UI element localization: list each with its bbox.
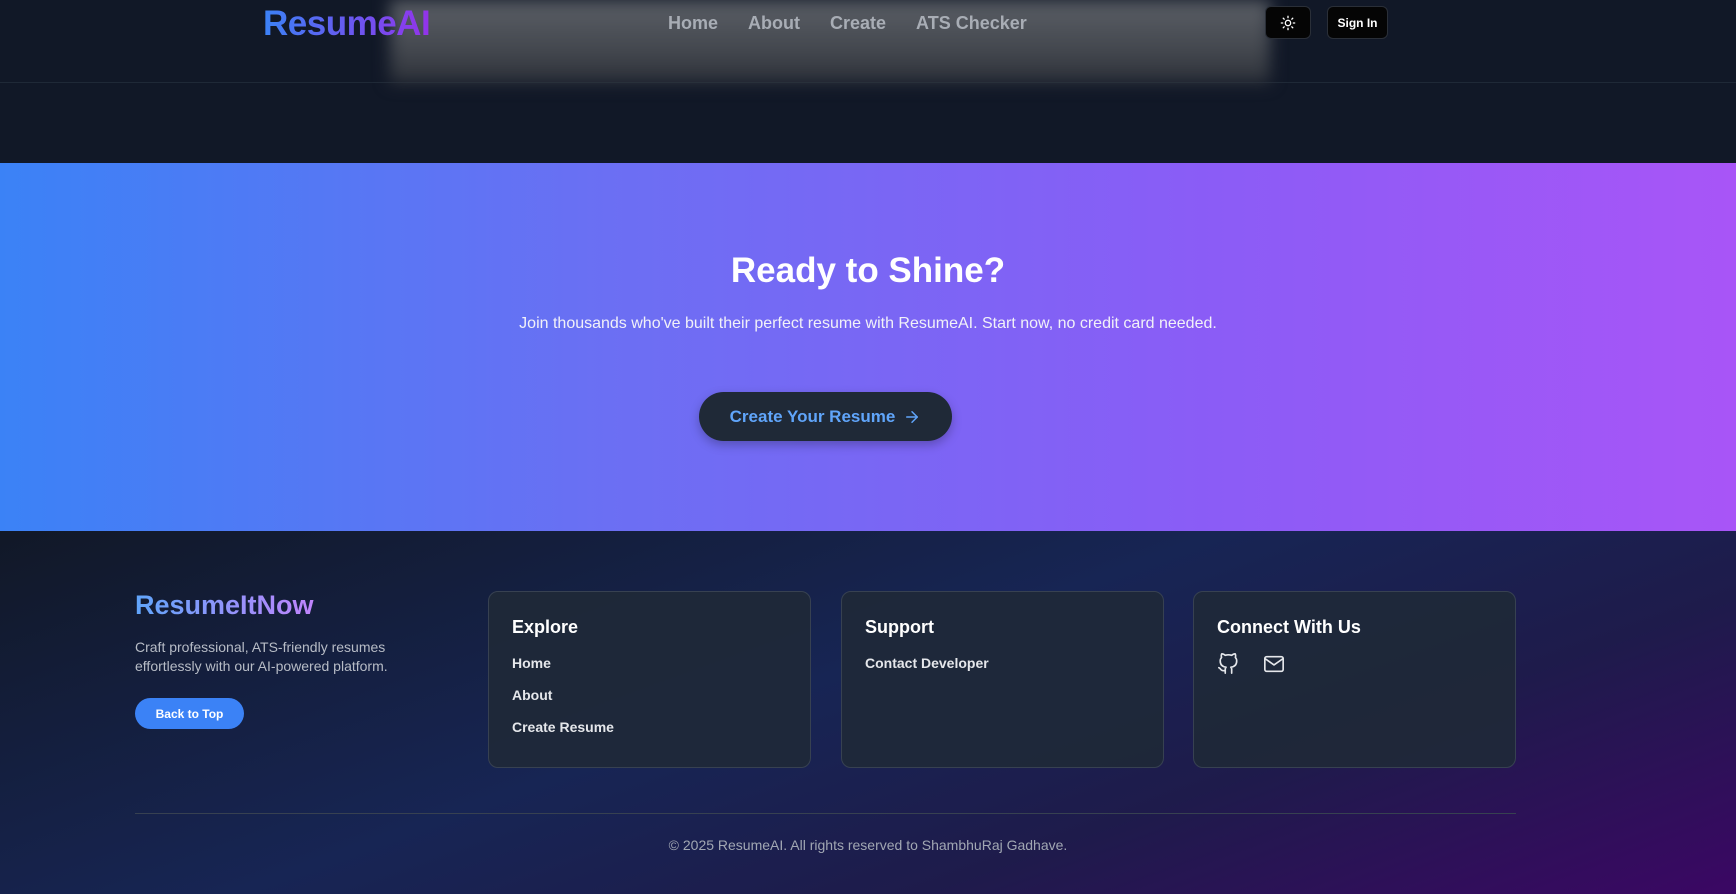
- nav-home[interactable]: Home: [668, 13, 718, 34]
- top-navbar: ResumeAI Home About Create ATS Checker S…: [0, 0, 1736, 83]
- footer-link-about[interactable]: About: [512, 687, 787, 703]
- explore-title: Explore: [512, 617, 579, 637]
- footer-link-home[interactable]: Home: [512, 655, 787, 671]
- create-resume-label: Create Your Resume: [729, 406, 896, 426]
- footer-divider: [135, 813, 1516, 814]
- github-icon[interactable]: [1217, 653, 1239, 675]
- footer-link-create-resume[interactable]: Create Resume: [512, 719, 787, 735]
- copyright-text: © 2025 ResumeAI. All rights reserved to …: [668, 837, 1068, 853]
- nav-about[interactable]: About: [748, 13, 800, 34]
- theme-toggle-button[interactable]: [1265, 6, 1311, 39]
- logo[interactable]: ResumeAI: [263, 4, 431, 44]
- support-title: Support: [865, 617, 934, 637]
- mail-icon[interactable]: [1263, 653, 1285, 675]
- create-resume-button[interactable]: Create Your Resume: [699, 392, 952, 441]
- nav-create[interactable]: Create: [830, 13, 886, 34]
- support-card: Support Contact Developer: [841, 591, 1164, 768]
- back-to-top-button[interactable]: Back to Top: [135, 698, 244, 729]
- footer-description: Craft professional, ATS-friendly resumes…: [135, 639, 388, 674]
- explore-card: Explore Home About Create Resume: [488, 591, 811, 768]
- cta-text: Join thousands who've built their perfec…: [519, 315, 1217, 332]
- social-icons: [1217, 653, 1492, 675]
- connect-card: Connect With Us: [1193, 591, 1516, 768]
- footer: ResumeItNow Craft professional, ATS-frie…: [0, 531, 1736, 894]
- main-nav: Home About Create ATS Checker: [668, 13, 1057, 34]
- cta-title: Ready to Shine?: [730, 251, 1006, 290]
- nav-ats-checker[interactable]: ATS Checker: [916, 13, 1027, 34]
- arrow-right-icon: [906, 410, 919, 423]
- connect-title: Connect With Us: [1217, 617, 1361, 637]
- footer-link-contact-developer[interactable]: Contact Developer: [865, 655, 1140, 671]
- sun-icon: [1280, 15, 1296, 30]
- footer-brand: ResumeItNow: [135, 590, 314, 620]
- sign-in-button[interactable]: Sign In: [1327, 6, 1388, 39]
- cta-section: Ready to Shine? Join thousands who've bu…: [0, 163, 1736, 531]
